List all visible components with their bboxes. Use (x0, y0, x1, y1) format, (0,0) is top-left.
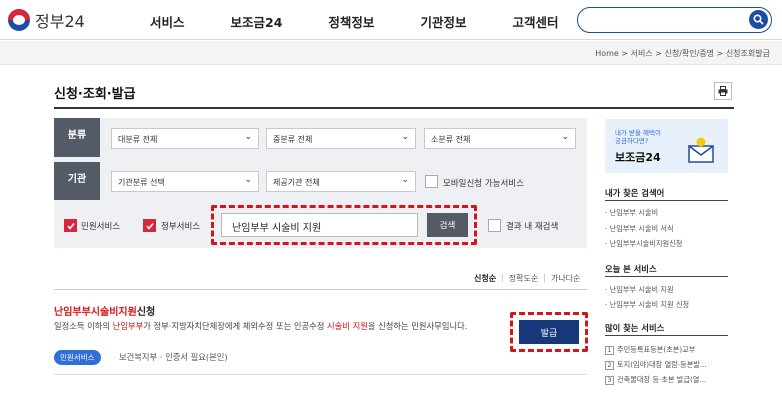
banner-subtitle-line2: 궁금하다면? (615, 137, 649, 145)
breadcrumb[interactable]: Home > 서비스 > 신청/확인/증명 > 신청조회발급 (595, 48, 770, 59)
global-search-input[interactable] (588, 11, 738, 29)
gov-service-label: 정부서비스 (161, 222, 201, 232)
rank-number: 3 (605, 375, 614, 385)
category-label: 분류 (54, 118, 100, 157)
title-divider (54, 107, 734, 109)
nav-item-service[interactable]: 서비스 (150, 12, 185, 31)
desc-text: 일정소득 이하의 (54, 321, 113, 331)
chevron-down-icon: ⌄ (401, 132, 409, 142)
filter-search-button[interactable]: 검색 (427, 213, 468, 237)
chevron-down-icon: ⌄ (244, 175, 252, 185)
print-icon (718, 86, 728, 96)
my-search-item[interactable]: · 난임부부 시술비 서식 (605, 224, 674, 234)
popular-service-item[interactable]: 3 건축물대장 등·초본 발급(열... (605, 375, 706, 385)
mobile-checkbox[interactable] (425, 175, 438, 188)
my-search-item[interactable]: · 난임부부 시술비 (605, 208, 658, 218)
provider-select[interactable]: 제공기관 전체 ⌄ (266, 171, 416, 192)
sort-options: 신청순 | 정확도순 | 가나다순 (474, 273, 581, 284)
search-button[interactable] (749, 10, 768, 29)
sidebar-divider (605, 200, 728, 201)
mobile-checkbox-label: 모바일신청 가능서비스 (443, 179, 524, 189)
government-emblem-icon (8, 9, 30, 31)
research-label: 결과 내 재검색 (506, 222, 559, 232)
popular-service-label: 토지(임야)대장 열람·등본발... (617, 360, 707, 369)
result-bottom-divider (54, 374, 587, 375)
today-viewed-title: 오늘 본 서비스 (605, 264, 657, 274)
top-header: 정부24 서비스 보조금24 정책정보 기관정보 고객센터 (0, 0, 782, 40)
checkmark-icon (146, 223, 154, 230)
search-icon (753, 14, 764, 25)
result-divider (54, 289, 587, 290)
popular-service-item[interactable]: 2 토지(임야)대장 열람·등본발... (605, 360, 707, 370)
popular-services-title: 많이 찾는 서비스 (605, 323, 665, 333)
mid-category-select[interactable]: 중분류 전체 ⌄ (266, 128, 416, 149)
chevron-down-icon: ⌄ (561, 132, 569, 142)
desc-highlight: 시술비 지원 (327, 321, 368, 331)
agency-type-value: 기관분류 선택 (118, 178, 165, 187)
provider-value: 제공기관 전체 (273, 178, 320, 187)
envelope-icon (688, 137, 714, 163)
desc-highlight: 난임부부 (112, 321, 144, 331)
popular-service-label: 주민등록표등본(초본)교부 (617, 345, 696, 354)
issue-button[interactable]: 발급 (519, 320, 579, 344)
today-viewed-item[interactable]: · 난임부부 시술비 지원 신청 (605, 300, 689, 310)
major-category-value: 대분류 전체 (118, 135, 158, 144)
chevron-down-icon: ⌄ (244, 132, 252, 142)
nav-item-policy-info[interactable]: 정책정보 (328, 12, 374, 31)
subsidy24-banner[interactable]: 내가 받을 혜택이 궁금하다면? 보조금24 (605, 119, 728, 173)
agency-label: 기관 (54, 162, 100, 200)
global-search-box (577, 7, 772, 33)
agency-type-select[interactable]: 기관분류 선택 ⌄ (111, 171, 259, 192)
civil-service-label: 민원서비스 (81, 222, 121, 232)
result-meta: 보건복지부 · 인증서 필요(본인) (119, 352, 228, 362)
minor-category-value: 소분류 전체 (431, 135, 471, 144)
major-category-select[interactable]: 대분류 전체 ⌄ (111, 128, 259, 149)
civil-service-checkbox[interactable] (64, 219, 77, 232)
service-type-badge: 민원서비스 (54, 350, 101, 365)
result-title-highlight: 난임부부시술비지원 (54, 307, 137, 318)
nav-item-customer-center[interactable]: 고객센터 (512, 12, 558, 31)
sort-by-alphabet[interactable]: 가나다순 (551, 273, 580, 284)
sort-by-application[interactable]: 신청순 (474, 273, 496, 284)
gov-service-checkbox[interactable] (143, 219, 156, 232)
desc-text: 을 신청하는 민원사무입니다. (367, 321, 468, 331)
print-button[interactable] (714, 82, 732, 100)
logo-text: 정부24 (35, 12, 85, 31)
checkmark-icon (67, 223, 75, 230)
rank-number: 2 (605, 360, 614, 370)
research-checkbox[interactable] (488, 219, 501, 232)
desc-text: 가 정부·지방자치단체장에게 체외수정 또는 인공수정 (143, 321, 328, 331)
sidebar-divider (605, 335, 728, 336)
popular-service-label: 건축물대장 등·초본 발급(열... (617, 375, 707, 384)
sidebar-divider (605, 276, 728, 277)
my-search-title: 내가 찾은 검색어 (605, 188, 665, 198)
result-title[interactable]: 난임부부시술비지원신청 (54, 303, 155, 318)
popular-service-item[interactable]: 1 주민등록표등본(초본)교부 (605, 345, 695, 355)
sort-by-accuracy[interactable]: 정확도순 (509, 273, 538, 284)
chevron-down-icon: ⌄ (401, 175, 409, 185)
minor-category-select[interactable]: 소분류 전체 ⌄ (424, 128, 576, 149)
today-viewed-item[interactable]: · 난임부부 시술비 지원 (605, 285, 674, 295)
nav-item-agency-info[interactable]: 기관정보 (420, 12, 466, 31)
result-title-rest: 신청 (136, 307, 156, 318)
page-title: 신청·조회·발급 (54, 87, 136, 102)
service-search-input[interactable]: 난임부부 시술비 지원 (221, 213, 418, 237)
breadcrumb-bar: Home > 서비스 > 신청/확인/증명 > 신청조회발급 (0, 41, 782, 65)
result-description: 일정소득 이하의 난임부부가 정부·지방자치단체장에게 체외수정 또는 인공수정… (54, 320, 499, 333)
mid-category-value: 중분류 전체 (273, 135, 313, 144)
banner-subtitle-line1: 내가 받을 혜택이 (615, 129, 661, 137)
rank-number: 1 (605, 345, 614, 355)
main-nav: 서비스 보조금24 정책정보 기관정보 고객센터 (150, 12, 604, 31)
my-search-item[interactable]: · 난임부부시술비지원신청 (605, 239, 682, 249)
banner-title: 보조금24 (615, 151, 661, 164)
banner-subtitle: 내가 받을 혜택이 궁금하다면? (615, 129, 661, 145)
site-logo[interactable]: 정부24 (8, 8, 85, 32)
nav-item-subsidy24[interactable]: 보조금24 (231, 12, 283, 31)
